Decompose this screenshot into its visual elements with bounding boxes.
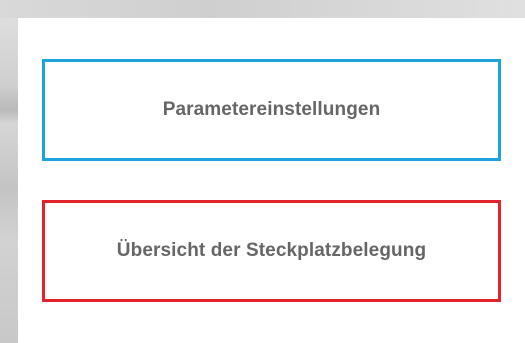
slot-assignment-overview-label: Übersicht der Steckplatzbelegung: [116, 240, 427, 261]
parameter-settings-label: Parametereinstellungen: [162, 99, 381, 120]
menu-panel: Parametereinstellungen Übersicht der Ste…: [18, 18, 525, 343]
window-frame-top: [0, 0, 525, 18]
parameter-settings-button[interactable]: Parametereinstellungen: [42, 59, 501, 161]
slot-assignment-overview-button[interactable]: Übersicht der Steckplatzbelegung: [42, 200, 501, 302]
